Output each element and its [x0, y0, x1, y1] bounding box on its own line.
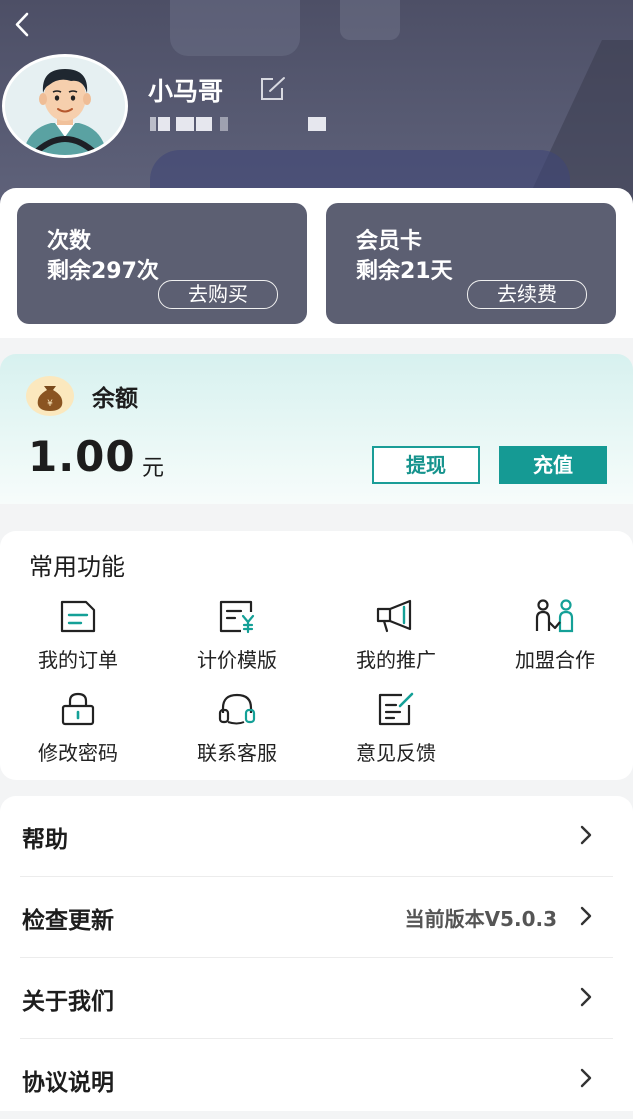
my-orders-label: 我的订单 — [38, 648, 118, 672]
chevron-right-icon — [580, 987, 592, 1007]
my-orders-button[interactable]: 我的订单 — [13, 598, 143, 674]
menu-item-check-update[interactable]: 检查更新 当前版本V5.0.3 — [20, 877, 613, 958]
menu-item-label: 关于我们 — [22, 989, 114, 1015]
my-promotion-button[interactable]: 我的推广 — [331, 598, 461, 674]
edit-icon — [261, 77, 285, 100]
menu-item-label: 帮助 — [22, 827, 68, 853]
edit-profile-button[interactable] — [258, 76, 288, 102]
chevron-left-icon — [15, 12, 29, 37]
menu-item-agreement[interactable]: 协议说明 — [20, 1039, 613, 1119]
order-icon — [60, 600, 96, 633]
recharge-button[interactable]: 充值 — [499, 446, 607, 484]
feedback-icon — [378, 692, 414, 726]
header-background-decoration — [170, 0, 300, 56]
partnership-icon — [535, 599, 574, 633]
money-bag-icon: ¥ — [26, 376, 74, 416]
change-password-label: 修改密码 — [38, 741, 118, 765]
lock-icon — [61, 692, 95, 726]
membership-card: 会员卡 剩余21天 去续费 — [326, 203, 616, 324]
balance-label: 余额 — [92, 386, 138, 412]
balance-amount: 1.00 — [28, 432, 136, 481]
common-functions-panel: 常用功能 我的订单 计价模版 我的推广 加盟合作 修改密码 联系客服 意见反馈 — [0, 531, 633, 780]
pricing-template-icon — [219, 600, 255, 634]
buy-button[interactable]: 去购买 — [158, 280, 278, 309]
membership-card-remaining: 剩余21天 — [356, 259, 453, 284]
masked-phone-number — [150, 115, 330, 131]
pricing-template-button[interactable]: 计价模版 — [172, 598, 302, 674]
header-background-decoration — [340, 0, 400, 40]
back-button[interactable] — [8, 10, 38, 40]
renew-button[interactable]: 去续费 — [467, 280, 587, 309]
avatar[interactable] — [2, 54, 128, 158]
balance-unit: 元 — [142, 456, 165, 481]
svg-text:¥: ¥ — [47, 399, 53, 409]
balance-panel: ¥ 余额 1.00 元 提现 充值 — [0, 354, 633, 504]
feedback-label: 意见反馈 — [356, 741, 436, 765]
franchise-cooperation-button[interactable]: 加盟合作 — [490, 598, 620, 674]
menu-item-label: 协议说明 — [22, 1070, 114, 1096]
username: 小马哥 — [148, 77, 224, 106]
membership-card-title: 会员卡 — [356, 229, 423, 254]
times-card: 次数 剩余297次 去购买 — [17, 203, 307, 324]
my-promotion-label: 我的推广 — [356, 648, 436, 672]
franchise-cooperation-label: 加盟合作 — [515, 648, 595, 672]
pricing-template-label: 计价模版 — [197, 648, 277, 672]
withdraw-button[interactable]: 提现 — [372, 446, 480, 484]
profile-header: 小马哥 — [0, 0, 633, 215]
menu-item-about-us[interactable]: 关于我们 — [20, 958, 613, 1039]
megaphone-icon — [376, 599, 412, 633]
driver-avatar-icon — [5, 57, 125, 155]
menu-item-help[interactable]: 帮助 — [20, 796, 613, 877]
times-card-remaining: 剩余297次 — [47, 259, 159, 284]
feedback-button[interactable]: 意见反馈 — [331, 691, 461, 767]
change-password-button[interactable]: 修改密码 — [13, 691, 143, 767]
current-version: 当前版本V5.0.3 — [404, 907, 557, 931]
contact-support-button[interactable]: 联系客服 — [172, 691, 302, 767]
times-card-title: 次数 — [47, 229, 92, 254]
chevron-right-icon — [580, 1068, 592, 1088]
chevron-right-icon — [580, 906, 592, 926]
settings-menu: 帮助 检查更新 当前版本V5.0.3 关于我们 协议说明 — [0, 796, 633, 1111]
headset-icon — [218, 693, 256, 725]
contact-support-label: 联系客服 — [197, 741, 277, 765]
menu-item-label: 检查更新 — [22, 908, 114, 934]
chevron-right-icon — [580, 825, 592, 845]
stats-panel: 次数 剩余297次 去购买 会员卡 剩余21天 去续费 — [0, 188, 633, 338]
functions-title: 常用功能 — [29, 553, 125, 581]
